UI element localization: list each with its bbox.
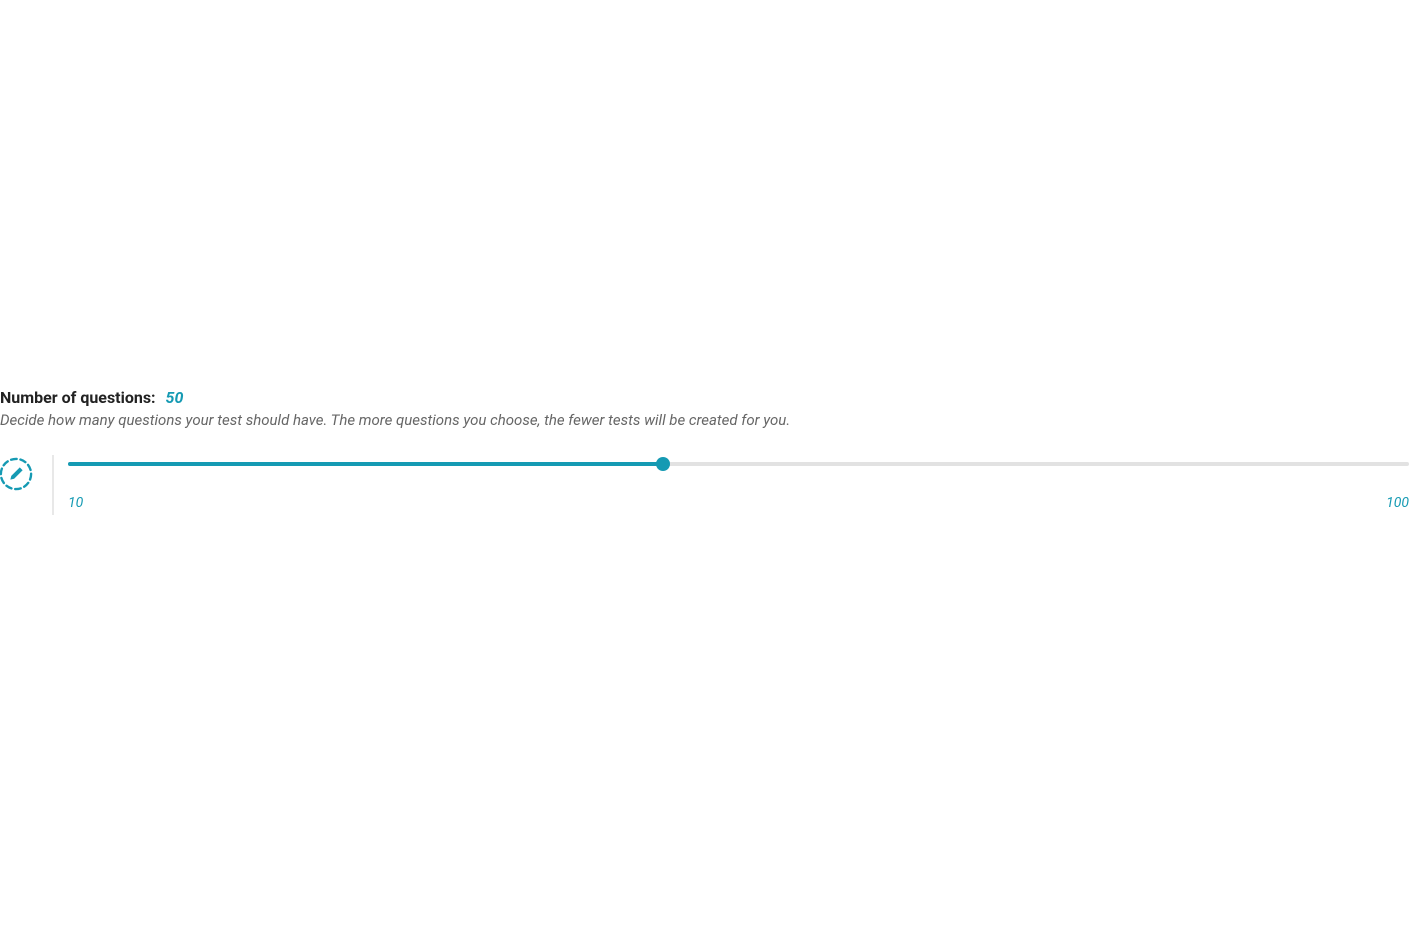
slider-max-label: 100 [1386,495,1409,511]
edit-dashed-circle-icon [0,457,33,491]
questions-header: Number of questions: 50 [0,388,1409,407]
questions-slider-section: 10 100 [0,457,1409,515]
slider-min-label: 10 [68,495,83,511]
edit-icon-container [0,457,34,491]
questions-description: Decide how many questions your test shou… [0,411,1409,429]
questions-label: Number of questions: [0,388,156,407]
questions-slider[interactable] [68,457,1409,471]
slider-track-fill [68,462,663,466]
slider-range-labels: 10 100 [68,495,1409,511]
slider-thumb[interactable] [656,457,670,471]
questions-value: 50 [166,388,184,407]
divider-vertical [52,455,54,515]
